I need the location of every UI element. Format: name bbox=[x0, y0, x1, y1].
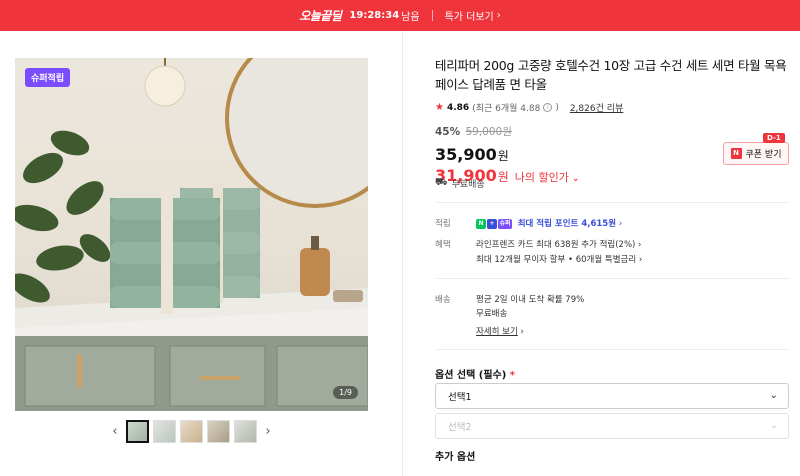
thumbnail[interactable] bbox=[207, 420, 230, 443]
delivery-key: 배송 bbox=[435, 295, 451, 305]
benefit-line-1[interactable]: 라인프렌즈 카드 최대 638원 추가 적립(2%) › bbox=[476, 238, 641, 250]
option-select-1-value: 선택1 bbox=[448, 392, 472, 403]
rating-recent: (최근 6개월 4.88 bbox=[472, 104, 541, 114]
delivery-detail-label: 자세히 보기 bbox=[476, 327, 518, 337]
benefit-text-1: 라인프렌즈 카드 최대 638원 추가 적립(2%) bbox=[476, 240, 636, 250]
coupon-dday-badge: D-1 bbox=[763, 133, 785, 143]
chevron-right-icon: › bbox=[618, 219, 623, 229]
sale-price-value: 35,900 bbox=[435, 145, 497, 164]
additional-option-label: 추가 옵션 bbox=[435, 452, 476, 463]
points-value: 최대 적립 포인트 4,615원 bbox=[517, 219, 617, 229]
naver-icon: N bbox=[476, 218, 486, 229]
discount-row: 45% 59,000원 bbox=[435, 124, 790, 139]
thumbnail-strip: ‹ › bbox=[108, 420, 275, 443]
naver-icon: N bbox=[730, 148, 742, 159]
option-label: 옵션 선택 (필수) * bbox=[435, 366, 515, 381]
shipping-text: 무료배송 bbox=[451, 180, 485, 190]
chevron-down-icon: ⌄ bbox=[571, 174, 580, 184]
deal-more-link[interactable]: 특가 더보기 › bbox=[445, 8, 501, 23]
option-select-1[interactable]: 선택1 ⌄ bbox=[435, 383, 789, 409]
review-count-link[interactable]: 2,826건 리뷰 bbox=[570, 101, 623, 114]
image-counter: 1/9 bbox=[333, 386, 358, 399]
my-price[interactable]: 31,900 원 나의 할인가 ⌄ bbox=[435, 166, 790, 185]
super-points-badge: 슈퍼적립 bbox=[25, 68, 71, 87]
deal-banner: 오늘끝딜 19:28:34 남음 특가 더보기 › bbox=[0, 0, 800, 31]
deal-timer: 19:28:34 bbox=[349, 10, 400, 21]
my-price-unit: 원 bbox=[497, 170, 509, 184]
super-icon: 슈퍼 bbox=[498, 218, 512, 229]
benefit-line-2[interactable]: 최대 12개월 무이자 할부 • 60개월 특별금리 › bbox=[476, 253, 642, 265]
product-title: 테리파머 200g 고중량 호텔수건 10장 고급 수건 세트 세면 타월 목욕… bbox=[435, 58, 787, 92]
points-value-wrap[interactable]: N + 슈퍼 최대 적립 포인트 4,615원 › bbox=[476, 217, 622, 229]
column-divider bbox=[402, 31, 403, 476]
chevron-down-icon: ⌄ bbox=[769, 420, 778, 431]
shipping-row: ⛟ 무료배송 bbox=[435, 177, 485, 190]
product-info: 테리파머 200g 고중량 호텔수건 10장 고급 수건 세트 세면 타월 목욕… bbox=[435, 56, 790, 185]
coupon-label: 쿠폰 받기 bbox=[745, 150, 782, 160]
banner-divider bbox=[431, 10, 433, 21]
section-divider bbox=[435, 278, 790, 279]
coupon-button[interactable]: N 쿠폰 받기 bbox=[723, 142, 789, 165]
thumbnail[interactable] bbox=[234, 420, 257, 443]
product-main-image[interactable]: 슈퍼적립 1/9 bbox=[15, 58, 368, 411]
delivery-detail-link[interactable]: 자세히 보기 › bbox=[476, 325, 524, 337]
section-divider bbox=[435, 202, 790, 203]
required-mark: * bbox=[509, 370, 516, 381]
star-icon: ★ bbox=[435, 102, 444, 113]
points-key: 적립 bbox=[435, 219, 451, 229]
benefit-key: 혜택 bbox=[435, 240, 451, 250]
benefit-text-2: 최대 12개월 무이자 할부 • 60개월 특별금리 bbox=[476, 255, 637, 265]
option-select-2[interactable]: 선택2 ⌄ bbox=[435, 413, 789, 439]
thumbnail[interactable] bbox=[126, 420, 149, 443]
deal-timer-suffix: 남음 bbox=[401, 12, 420, 23]
chevron-left-icon[interactable]: ‹ bbox=[108, 420, 122, 443]
discount-percent: 45% bbox=[435, 126, 461, 138]
truck-icon: ⛟ bbox=[435, 177, 448, 188]
sale-price-unit: 원 bbox=[497, 149, 509, 163]
original-price: 59,000원 bbox=[465, 126, 512, 138]
thumbnail[interactable] bbox=[153, 420, 176, 443]
option-label-text: 옵션 선택 (필수) bbox=[435, 370, 507, 381]
deal-more-label: 특가 더보기 bbox=[444, 12, 494, 23]
my-price-label: 나의 할인가 bbox=[514, 171, 569, 184]
point-icons: N + 슈퍼 bbox=[476, 218, 512, 229]
chevron-down-icon: ⌄ bbox=[769, 390, 778, 401]
option-select-2-value: 선택2 bbox=[448, 422, 472, 433]
delivery-line-1: 평균 2일 이내 도착 확률 79% bbox=[476, 295, 585, 305]
thumbnail[interactable] bbox=[180, 420, 203, 443]
towel-scene-illustration bbox=[15, 58, 368, 411]
section-divider bbox=[435, 349, 790, 350]
deal-label: 오늘끝딜 bbox=[299, 9, 342, 23]
rating-score: 4.86 bbox=[446, 102, 470, 113]
delivery-line-2: 무료배송 bbox=[476, 309, 508, 319]
chevron-right-icon[interactable]: › bbox=[261, 420, 275, 443]
rating-row: ★ 4.86 (최근 6개월 4.88 i) 2,826건 리뷰 bbox=[435, 101, 624, 114]
info-icon[interactable]: i bbox=[543, 103, 553, 112]
chevron-right-icon: › bbox=[496, 10, 501, 21]
plus-icon: + bbox=[487, 218, 497, 229]
